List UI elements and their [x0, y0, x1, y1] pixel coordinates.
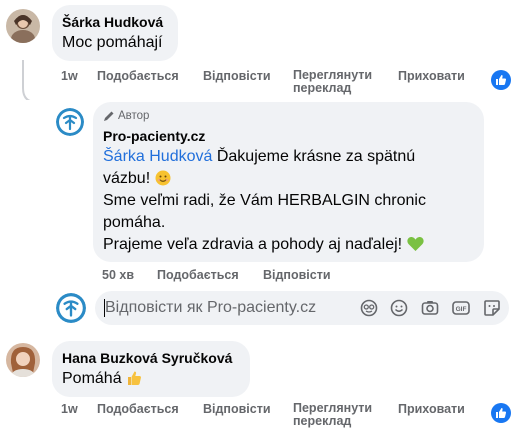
- page-avatar[interactable]: [56, 108, 84, 136]
- camera-icon[interactable]: [420, 298, 440, 318]
- reply-reply-link[interactable]: Відповісти: [263, 268, 331, 282]
- avatar-sticker-icon[interactable]: [359, 298, 379, 318]
- comment-time[interactable]: 1w: [61, 69, 78, 83]
- hide-link[interactable]: Приховати: [398, 402, 465, 416]
- avatar-photo: [6, 343, 40, 377]
- reply-line5: Prajeme veľa zdravia a pohody aj naďalej…: [103, 236, 407, 253]
- svg-text:GIF: GIF: [456, 306, 467, 313]
- thumbs-up-icon: [496, 408, 507, 418]
- reply-composer[interactable]: GIF: [95, 291, 509, 325]
- comment-text-content: Pomáhá: [62, 370, 127, 387]
- emoji-icon[interactable]: [389, 298, 409, 318]
- smile-emoji-icon: [155, 170, 171, 186]
- see-translation-line2: переклад: [293, 81, 352, 95]
- reply-text: Šárka Hudková Ďakujeme krásne za spätnú …: [103, 146, 478, 256]
- avatar-photo: [6, 9, 40, 43]
- avatar-hana[interactable]: [6, 343, 40, 377]
- thumbs-up-emoji-icon: [128, 371, 142, 385]
- comment-time[interactable]: 1w: [61, 402, 78, 416]
- comment-bubble: Hana Buzková Syručková Pomáhá: [52, 341, 250, 397]
- composer-avatar[interactable]: [56, 293, 86, 323]
- comment-text: Moc pomáhají: [62, 34, 163, 51]
- page-logo-icon: [56, 293, 86, 323]
- comment-author[interactable]: Hana Buzková Syručková: [62, 350, 232, 366]
- gif-icon[interactable]: GIF: [451, 298, 471, 318]
- like-reaction-icon[interactable]: [491, 70, 511, 90]
- comment-text: Pomáhá: [62, 368, 142, 390]
- reply-author[interactable]: Pro-pacienty.cz: [103, 128, 205, 144]
- see-translation-link[interactable]: Переглянути переклад: [293, 402, 372, 428]
- reply-bubble: Автор Pro-pacienty.cz Šárka Hudková Ďaku…: [93, 102, 484, 262]
- reply-line3: Sme veľmi radi, že Vám HERBALGIN chronic: [103, 192, 426, 209]
- sticker-icon[interactable]: [482, 298, 502, 318]
- like-link[interactable]: Подобається: [97, 69, 179, 83]
- reply-link[interactable]: Відповісти: [203, 402, 271, 416]
- green-heart-emoji-icon: [406, 236, 424, 251]
- reply-line4: pomáha.: [103, 214, 166, 231]
- mention-link[interactable]: Šárka Hudková: [103, 148, 212, 165]
- comment-bubble: Šárka Hudková Moc pomáhají: [52, 5, 178, 61]
- author-badge: Автор: [103, 110, 149, 122]
- reply-like-link[interactable]: Подобається: [157, 268, 239, 282]
- like-link[interactable]: Подобається: [97, 402, 179, 416]
- reply-time[interactable]: 50 хв: [102, 268, 134, 282]
- reply-input[interactable]: [105, 297, 345, 319]
- comment-author[interactable]: Šárka Hudková: [62, 14, 163, 30]
- like-reaction-icon[interactable]: [491, 403, 511, 423]
- thread-connector: [22, 60, 31, 100]
- page-logo-icon: [56, 108, 84, 136]
- pencil-icon: [104, 111, 114, 121]
- see-translation-link[interactable]: Переглянути переклад: [293, 69, 372, 95]
- reply-link[interactable]: Відповісти: [203, 69, 271, 83]
- reply-line1: Ďakujeme krásne za spätnú: [212, 148, 416, 165]
- reply-line2: vázbu!: [103, 170, 155, 187]
- avatar-sarka[interactable]: [6, 9, 40, 43]
- hide-link[interactable]: Приховати: [398, 69, 465, 83]
- author-badge-label: Автор: [118, 110, 150, 122]
- thumbs-up-icon: [496, 75, 507, 85]
- see-translation-line2: переклад: [293, 414, 352, 428]
